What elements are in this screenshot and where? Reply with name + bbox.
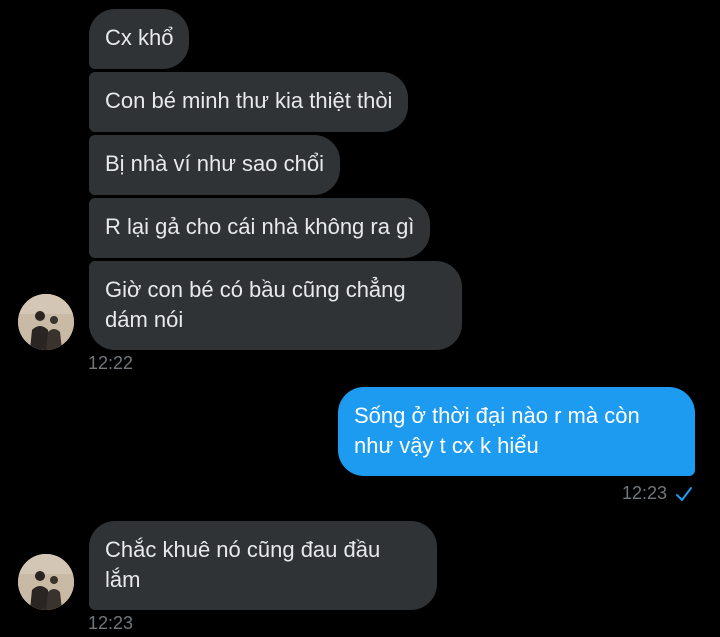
message-bubble-incoming[interactable]: Bị nhà ví như sao chổi [89,135,340,195]
avatar-photo-icon [18,554,74,610]
avatar[interactable] [18,554,74,610]
check-icon [676,487,692,501]
avatar-photo-icon [18,294,74,350]
message-bubble-incoming[interactable]: Con bé minh thư kia thiệt thòi [89,72,409,132]
message-bubble-outgoing[interactable]: Sống ở thời đại nào r mà còn như vậy t c… [338,387,695,476]
message-bubble-incoming[interactable]: Cx khổ [89,9,190,69]
message-bubble-incoming[interactable]: Giờ con bé có bầu cũng chẳng dám nói [89,261,462,350]
message-bubble-incoming[interactable]: R lại gả cho cái nhà không ra gì [89,198,431,258]
message-timestamp: 12:23 [622,483,668,503]
message-bubble-incoming[interactable]: Chắc khuê nó cũng đau đầu lắm [89,521,437,610]
message-timestamp: 12:23 [88,613,134,633]
avatar[interactable] [18,294,74,350]
message-timestamp: 12:22 [88,353,134,373]
